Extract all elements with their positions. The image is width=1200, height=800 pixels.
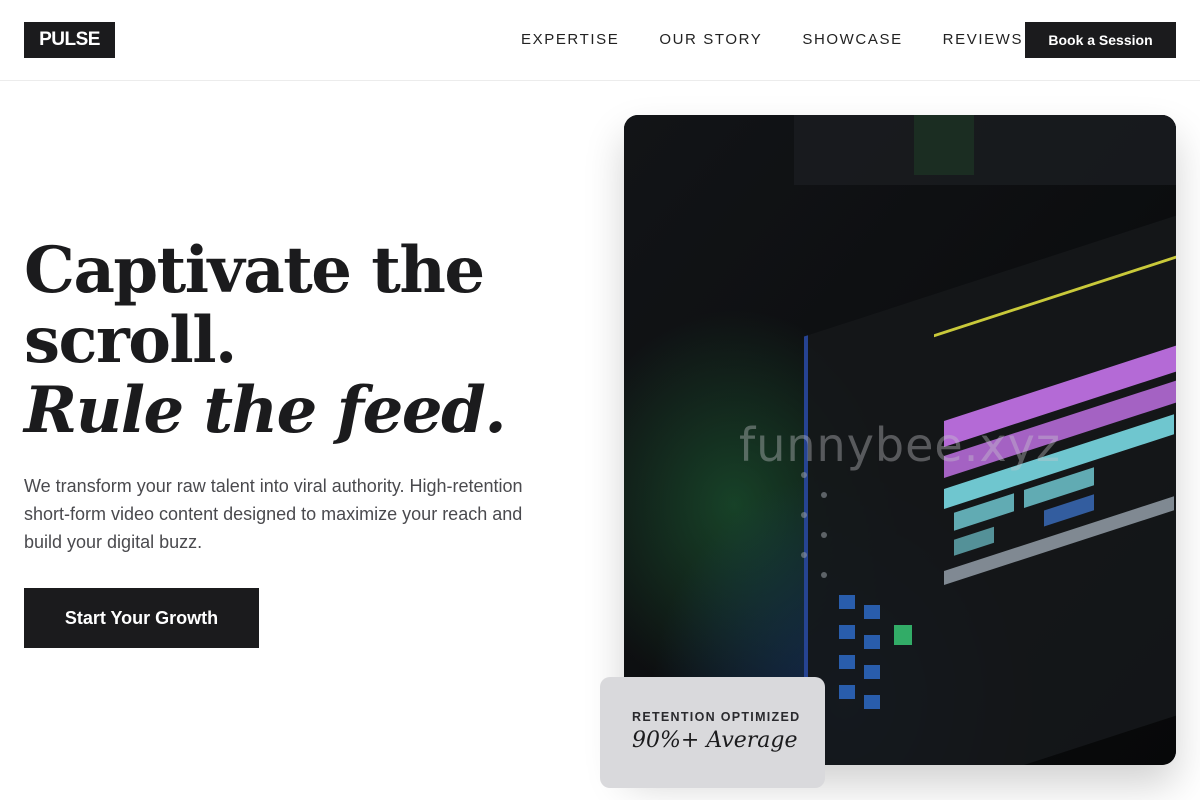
stat-value: 90%+ Average bbox=[632, 728, 798, 753]
nav-link-our-story[interactable]: OUR STORY bbox=[659, 31, 762, 48]
hero-headline: Captivate the scroll. Rule the feed. bbox=[24, 233, 507, 448]
headline-line-2: scroll. bbox=[24, 303, 237, 378]
brand-logo[interactable]: PULSE bbox=[24, 22, 115, 58]
retention-stat-card: RETENTION OPTIMIZED 90%+ Average bbox=[600, 677, 825, 788]
image-watermark: funnybee.xyz bbox=[739, 418, 1061, 472]
nav-link-expertise[interactable]: EXPERTISE bbox=[521, 31, 619, 48]
site-header: PULSE EXPERTISE OUR STORY SHOWCASE REVIE… bbox=[0, 0, 1200, 81]
start-growth-button[interactable]: Start Your Growth bbox=[24, 588, 259, 648]
stat-label: RETENTION OPTIMIZED bbox=[632, 710, 801, 724]
hero-image-video-editor: funnybee.xyz bbox=[624, 115, 1176, 765]
main-nav: EXPERTISE OUR STORY SHOWCASE REVIEWS bbox=[521, 31, 1063, 48]
nav-link-showcase[interactable]: SHOWCASE bbox=[802, 31, 902, 48]
book-session-button[interactable]: Book a Session bbox=[1025, 22, 1176, 58]
nav-link-reviews[interactable]: REVIEWS bbox=[943, 31, 1023, 48]
hero-subtext: We transform your raw talent into viral … bbox=[24, 476, 523, 552]
headline-line-1: Captivate the bbox=[24, 233, 485, 308]
headline-line-3: Rule the feed. bbox=[24, 373, 507, 448]
